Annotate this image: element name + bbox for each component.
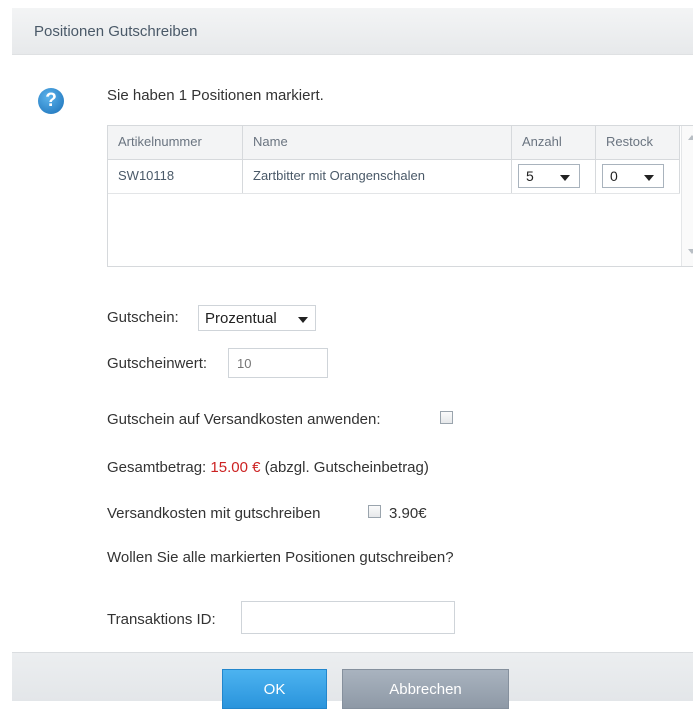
chevron-down-icon[interactable]	[644, 175, 654, 181]
dialog-titlebar[interactable]: Positionen Gutschreiben	[12, 8, 693, 55]
voucher-type-select[interactable]: Prozentual	[198, 305, 316, 331]
column-header-sku[interactable]: Artikelnummer	[108, 126, 243, 159]
total-label: Gesamtbetrag:	[107, 459, 207, 476]
shipping-amount: 3.90€	[389, 505, 427, 522]
transaction-id-input[interactable]	[241, 601, 455, 634]
chevron-down-icon[interactable]	[298, 317, 308, 323]
voucher-value-input[interactable]	[228, 348, 328, 378]
credit-positions-dialog: Positionen Gutschreiben ? Sie haben 1 Po…	[12, 8, 693, 709]
column-header-quantity[interactable]: Anzahl	[512, 126, 596, 159]
column-header-name[interactable]: Name	[243, 126, 512, 159]
voucher-label: Gutschein:	[107, 309, 179, 326]
transaction-id-label: Transaktions ID:	[107, 611, 216, 628]
quantity-select[interactable]: 5	[518, 164, 580, 188]
scroll-up-icon[interactable]	[688, 135, 693, 140]
positions-grid: Artikelnummer Name Anzahl Restock SW1011…	[107, 125, 693, 267]
ok-button[interactable]: OK	[222, 669, 327, 709]
total-line: Gesamtbetrag: 15.00 € (abzgl. Gutscheinb…	[107, 459, 429, 476]
cell-sku: SW10118	[108, 160, 243, 193]
selection-message: Sie haben 1 Positionen markiert.	[107, 87, 324, 104]
grid-scrollbar[interactable]	[681, 126, 693, 266]
grid-header: Artikelnummer Name Anzahl Restock	[108, 126, 680, 160]
voucher-value-label: Gutscheinwert:	[107, 355, 208, 372]
column-header-restock[interactable]: Restock	[596, 126, 680, 159]
apply-shipping-checkbox[interactable]	[440, 411, 453, 424]
table-row[interactable]: SW10118 Zartbitter mit Orangenschalen 5 …	[108, 160, 680, 194]
question-icon: ?	[38, 88, 64, 114]
dialog-footer: OK Abbrechen	[12, 652, 693, 709]
chevron-down-icon[interactable]	[560, 175, 570, 181]
cell-restock: 0	[596, 160, 680, 193]
dialog-title: Positionen Gutschreiben	[34, 23, 198, 40]
confirm-question: Wollen Sie alle markierten Positionen gu…	[107, 549, 454, 566]
total-amount: 15.00 €	[210, 459, 261, 476]
cancel-button[interactable]: Abbrechen	[342, 669, 509, 709]
cell-name: Zartbitter mit Orangenschalen	[243, 160, 512, 193]
restock-select[interactable]: 0	[602, 164, 664, 188]
cell-quantity: 5	[512, 160, 596, 193]
shipping-credit-checkbox[interactable]	[368, 505, 381, 518]
scroll-down-icon[interactable]	[688, 249, 693, 254]
apply-shipping-label: Gutschein auf Versandkosten anwenden:	[107, 411, 381, 428]
shipping-credit-label: Versandkosten mit gutschreiben	[107, 505, 321, 522]
total-note: (abzgl. Gutscheinbetrag)	[264, 459, 429, 476]
